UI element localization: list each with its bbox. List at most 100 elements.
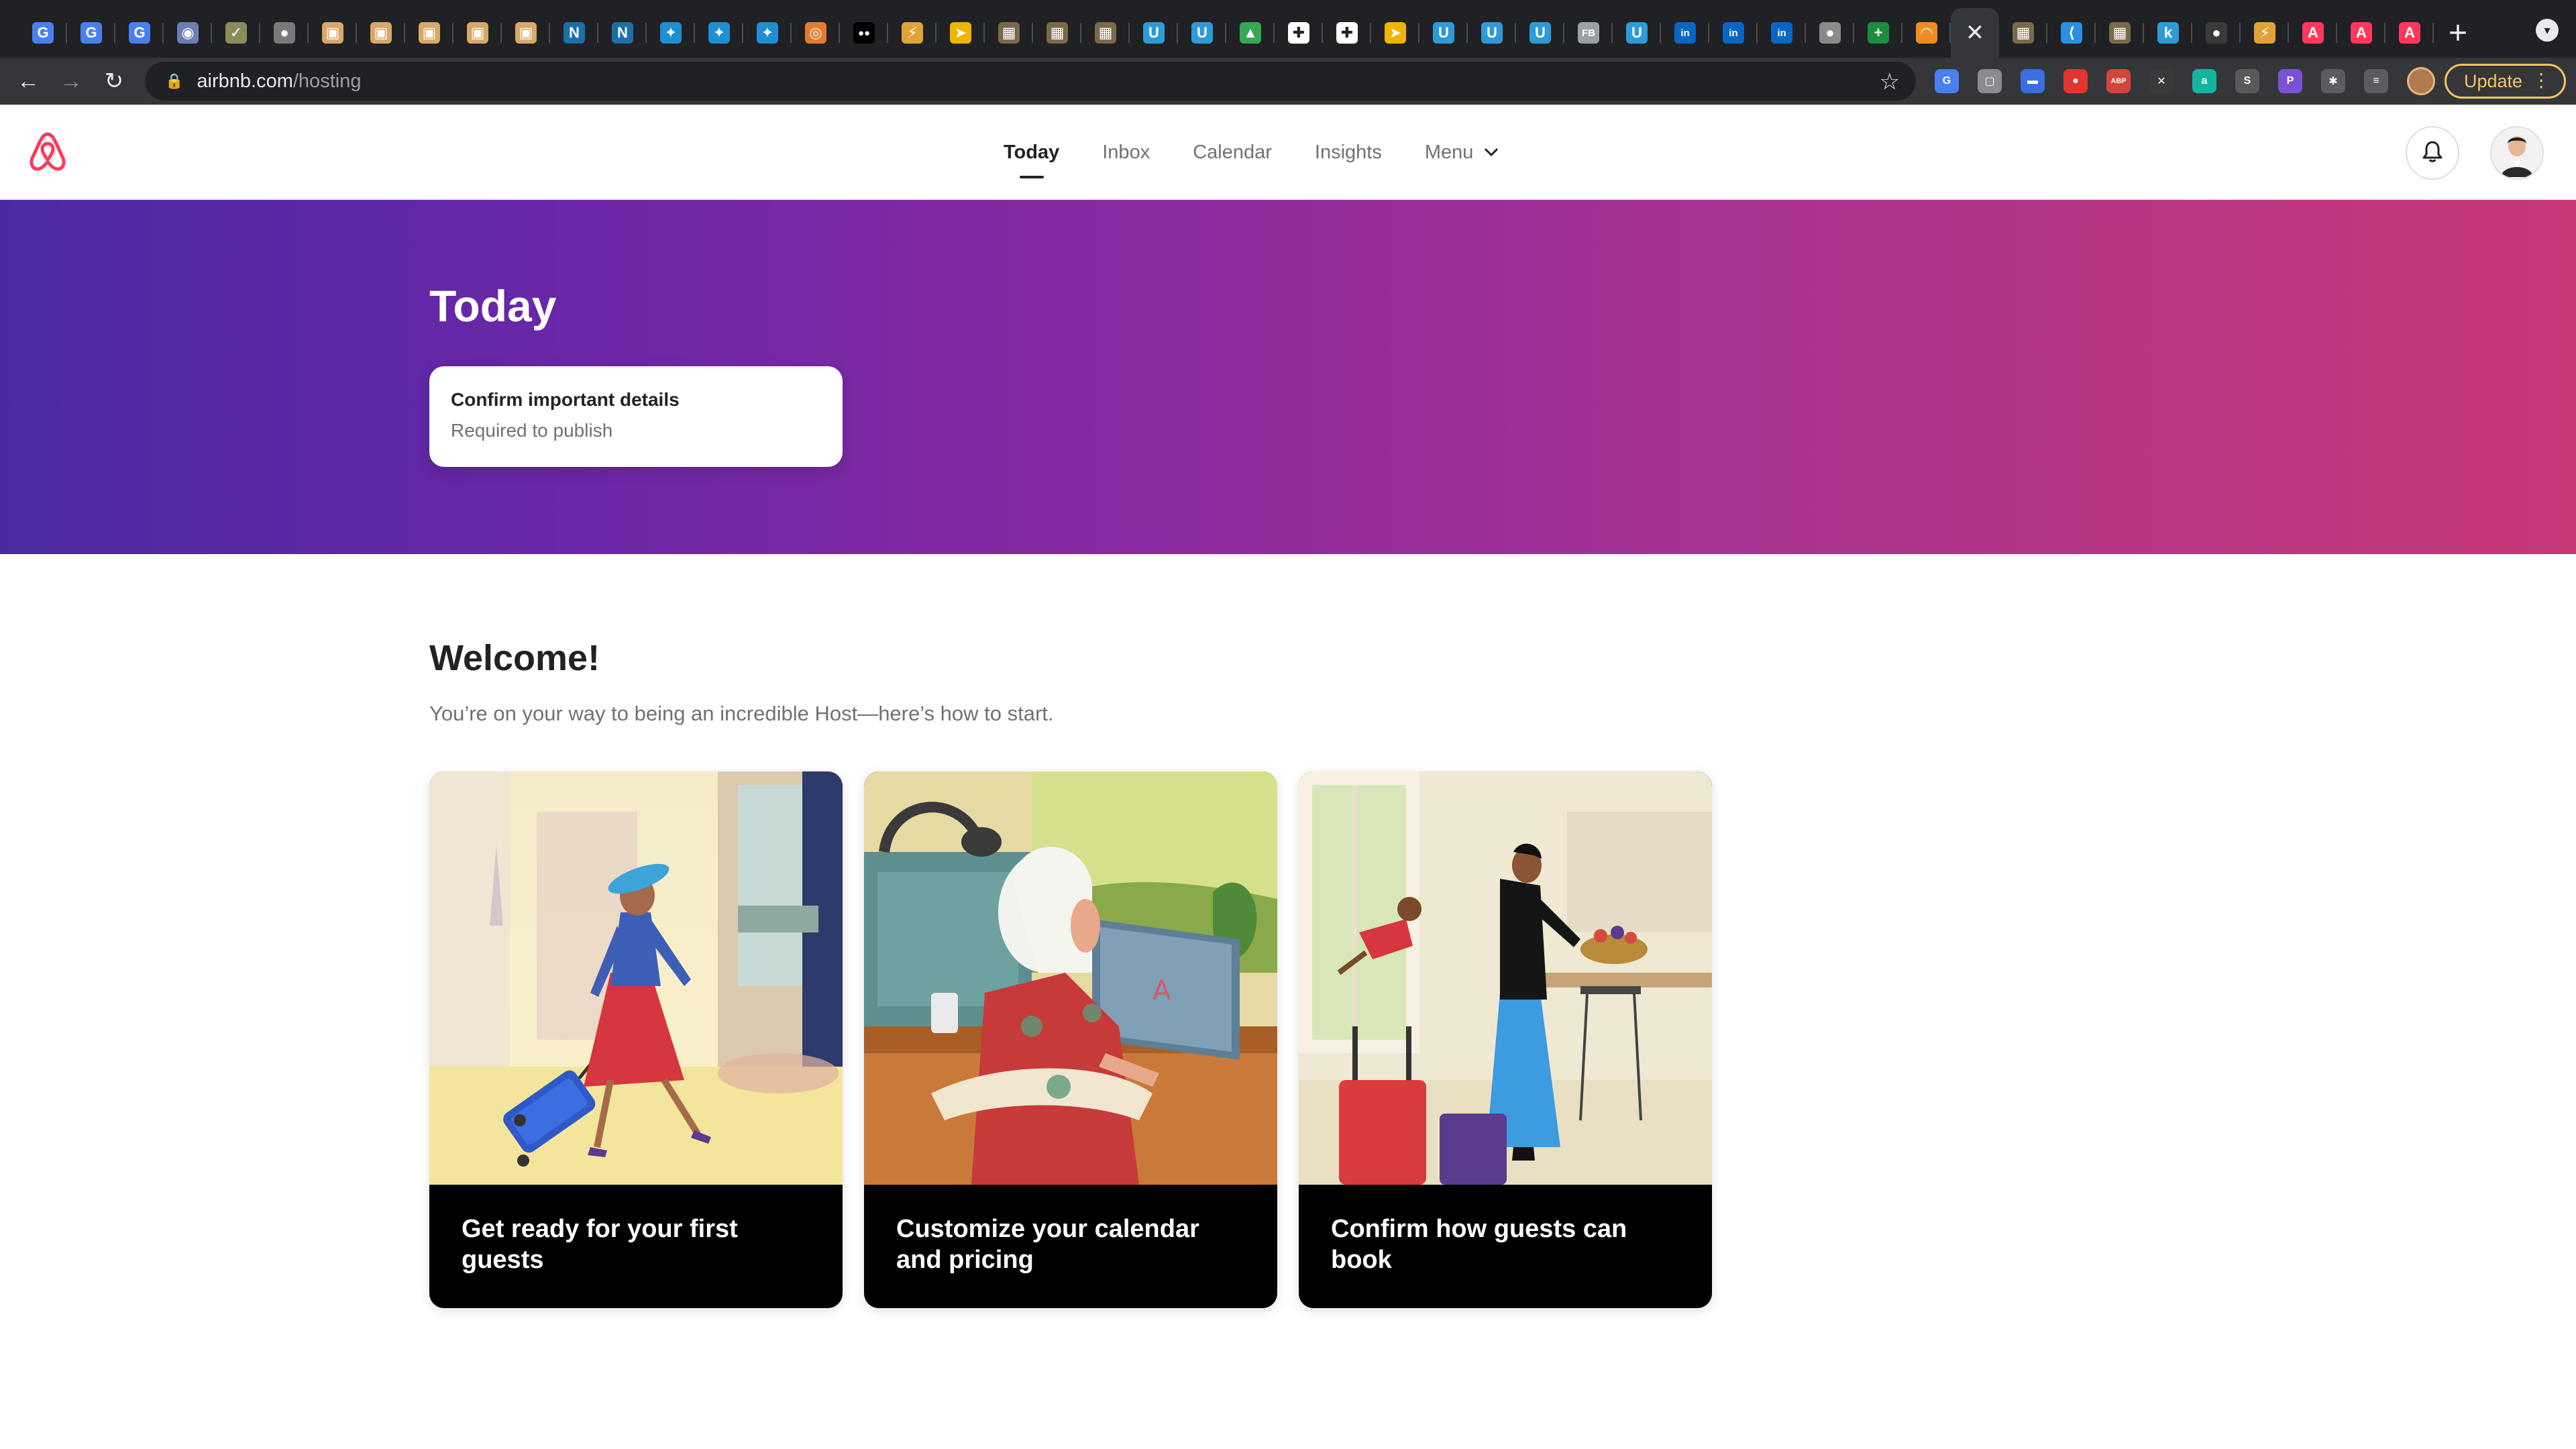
nav-inbox[interactable]: Inbox: [1102, 105, 1150, 200]
close-icon[interactable]: ✕: [1964, 21, 1986, 44]
browser-tab[interactable]: ◎: [792, 8, 840, 58]
browser-tab[interactable]: A: [2337, 8, 2385, 58]
back-icon[interactable]: ←: [13, 66, 43, 96]
browser-tab[interactable]: U: [1468, 8, 1516, 58]
browser-tab[interactable]: N: [598, 8, 647, 58]
media-ext-icon[interactable]: ≡: [2364, 69, 2388, 93]
browser-tab[interactable]: ✦: [695, 8, 743, 58]
browser-tab[interactable]: ✚: [1275, 8, 1323, 58]
browser-tab[interactable]: in: [1661, 8, 1709, 58]
browser-tab-active[interactable]: ✕: [1951, 8, 1999, 58]
arrow-icon: ➤: [950, 22, 971, 44]
browser-tab[interactable]: U: [1130, 8, 1178, 58]
browser-tab[interactable]: ●: [1806, 8, 1854, 58]
browser-tab[interactable]: G: [67, 8, 115, 58]
adblock-ext-icon[interactable]: ABP: [2106, 69, 2131, 93]
browser-tab[interactable]: G: [115, 8, 164, 58]
bolt-icon: ⚡: [902, 22, 923, 44]
browser-tab[interactable]: U: [1419, 8, 1468, 58]
browser-menu-icon[interactable]: ⋮: [2532, 71, 2551, 90]
browser-tab[interactable]: ●: [2192, 8, 2241, 58]
browser-tab[interactable]: ✦: [743, 8, 792, 58]
browser-tab[interactable]: ▦: [1999, 8, 2047, 58]
calendar-pricing-card[interactable]: A Customize your calendar and pricing: [864, 771, 1277, 1308]
nav-today[interactable]: Today: [1004, 105, 1059, 200]
browser-tab[interactable]: ▣: [453, 8, 502, 58]
screen-ext-icon[interactable]: ▢: [1978, 69, 2002, 93]
browser-tab[interactable]: ▦: [2096, 8, 2144, 58]
browser-tab[interactable]: ▣: [502, 8, 550, 58]
u-logo-icon: U: [1143, 22, 1165, 44]
vscode-icon: ⟨: [2061, 22, 2082, 44]
first-guests-card[interactable]: Get ready for your first guests: [429, 771, 843, 1308]
browser-tab[interactable]: ✦: [647, 8, 695, 58]
window-ext-icon[interactable]: ▬: [2021, 69, 2045, 93]
browser-tab[interactable]: k: [2144, 8, 2192, 58]
x-ext-icon[interactable]: ✕: [2149, 69, 2174, 93]
browser-tab[interactable]: U: [1516, 8, 1564, 58]
browser-tab[interactable]: ●: [260, 8, 309, 58]
tab-search-icon[interactable]: ▾: [2536, 19, 2559, 42]
lock-icon[interactable]: 🔒: [165, 72, 183, 90]
fb-text-icon: FB: [1578, 22, 1599, 44]
browser-tab[interactable]: ▦: [1081, 8, 1130, 58]
browser-tab[interactable]: ●●: [840, 8, 888, 58]
browser-tab[interactable]: ▣: [309, 8, 357, 58]
p-ext-icon[interactable]: P: [2278, 69, 2302, 93]
browser-tab[interactable]: ▣: [405, 8, 453, 58]
n-logo-icon: N: [612, 22, 633, 44]
browser-tab[interactable]: A: [2289, 8, 2337, 58]
browser-tab[interactable]: +: [1854, 8, 1902, 58]
browser-tab[interactable]: A: [2385, 8, 2434, 58]
reload-icon[interactable]: ↻: [99, 66, 129, 96]
nav-calendar[interactable]: Calendar: [1193, 105, 1272, 200]
browser-tab[interactable]: ◉: [164, 8, 212, 58]
notifications-button[interactable]: [2406, 126, 2459, 180]
update-button[interactable]: Update ⋮: [2445, 64, 2567, 99]
browser-tab[interactable]: ⚡: [888, 8, 936, 58]
browser-tab[interactable]: U: [1178, 8, 1226, 58]
browser-profile-avatar[interactable]: [2407, 67, 2435, 95]
puzzle-ext-icon[interactable]: ✱: [2321, 69, 2345, 93]
airbnb-logo-icon[interactable]: [25, 130, 70, 174]
nav-menu[interactable]: Menu: [1425, 105, 1499, 200]
first-guests-caption: Get ready for your first guests: [462, 1215, 738, 1274]
browser-tab[interactable]: G: [19, 8, 67, 58]
grammar-ext-icon[interactable]: a: [2192, 69, 2216, 93]
browser-tab[interactable]: ➤: [1371, 8, 1419, 58]
image-icon: ▣: [515, 22, 537, 44]
browser-tab[interactable]: ⟨: [2047, 8, 2096, 58]
profile-button[interactable]: [2490, 126, 2544, 180]
forward-icon[interactable]: →: [56, 66, 86, 96]
google-translate-icon: G: [129, 22, 150, 44]
bookmark-star-icon[interactable]: ☆: [1880, 68, 1900, 95]
translate-ext-icon[interactable]: G: [1935, 69, 1959, 93]
browser-tab[interactable]: N: [550, 8, 598, 58]
nav-insights[interactable]: Insights: [1315, 105, 1382, 200]
browser-tab[interactable]: ▦: [985, 8, 1033, 58]
browser-tab[interactable]: ➤: [936, 8, 985, 58]
ghost-ext-icon[interactable]: ●: [2063, 69, 2088, 93]
confirm-booking-card[interactable]: Confirm how guests can book: [1299, 771, 1712, 1308]
address-bar[interactable]: 🔒 airbnb.com /hosting ☆: [145, 62, 1916, 101]
new-tab-button[interactable]: +: [2434, 8, 2482, 58]
calendar-pricing-caption: Customize your calendar and pricing: [896, 1215, 1199, 1274]
browser-tab[interactable]: ⚡: [2241, 8, 2289, 58]
browser-tab[interactable]: ✚: [1323, 8, 1371, 58]
browser-tab[interactable]: in: [1758, 8, 1806, 58]
nav-insights-label: Insights: [1314, 141, 1382, 163]
browser-tab[interactable]: in: [1709, 8, 1758, 58]
browser-tab[interactable]: ◠: [1902, 8, 1951, 58]
confirm-details-card[interactable]: Confirm important details Required to pu…: [429, 366, 843, 467]
browser-tab[interactable]: ▣: [357, 8, 405, 58]
browser-tab[interactable]: ▲: [1226, 8, 1275, 58]
browser-tab[interactable]: ▦: [1033, 8, 1081, 58]
browser-tab[interactable]: FB: [1564, 8, 1613, 58]
bolt-icon: ⚡: [2254, 22, 2275, 44]
browser-tab[interactable]: U: [1613, 8, 1661, 58]
confirm-details-title: Confirm important details: [451, 389, 680, 410]
sb-ext-icon[interactable]: S: [2235, 69, 2259, 93]
url-path: /hosting: [292, 70, 362, 92]
browser-tab[interactable]: ✓: [212, 8, 260, 58]
apple-icon: ●: [1819, 22, 1841, 44]
